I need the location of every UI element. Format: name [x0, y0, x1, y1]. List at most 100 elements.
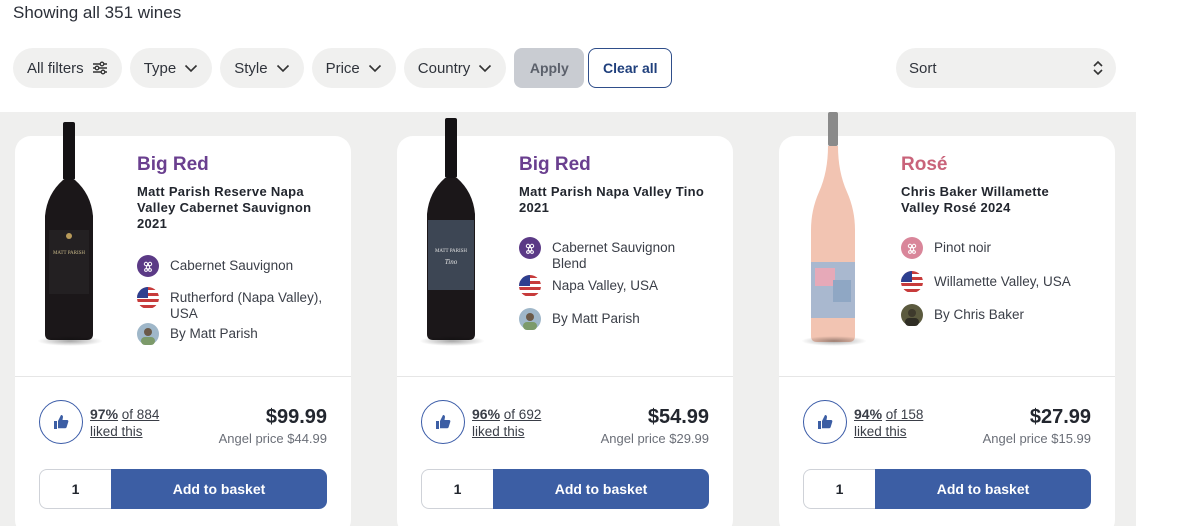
grape-text: Cabernet Sauvignon	[170, 258, 294, 273]
price: $27.99	[1029, 406, 1091, 428]
angel-price: Angel price $44.99	[218, 431, 327, 446]
grape-row: Cabernet Sauvignon	[137, 255, 294, 277]
winemaker-avatar-icon	[901, 304, 923, 326]
maker-text: By Matt Parish	[170, 326, 258, 341]
sort-dropdown[interactable]: Sort	[896, 48, 1116, 88]
wine-bottle-image	[811, 112, 855, 342]
winemaker-avatar-icon	[137, 323, 159, 345]
maker-row: By Matt Parish	[519, 308, 640, 330]
rating-summary[interactable]: 94% of 158 liked this	[854, 406, 923, 440]
svg-text:MATT PARISH: MATT PARISH	[435, 249, 467, 254]
region-row: Willamette Valley, USA	[901, 271, 1071, 293]
apply-button[interactable]: Apply	[514, 48, 585, 88]
all-filters-button[interactable]: All filters	[13, 48, 122, 88]
wine-style: Big Red	[137, 154, 209, 175]
product-card[interactable]: MATT PARISH Tino Big Red Matt Parish Nap…	[397, 118, 733, 526]
rating-percent: 96%	[472, 406, 501, 422]
card-divider	[397, 376, 733, 377]
rating-count: of 158	[885, 407, 924, 422]
region-text: Rutherford (Napa Valley), USA	[170, 290, 323, 321]
thumbs-up-icon	[818, 415, 833, 429]
rating-liked: liked this	[472, 424, 525, 439]
us-flag-icon	[519, 275, 541, 297]
grape-icon	[901, 237, 923, 259]
style-filter-dropdown[interactable]: Style	[220, 48, 304, 88]
country-filter-label: Country	[417, 59, 471, 77]
sort-updown-icon	[1093, 60, 1103, 76]
rating-percent: 97%	[90, 406, 119, 422]
wine-style: Big Red	[519, 154, 591, 175]
filter-bar: All filters Type Style Price Country App…	[13, 48, 673, 88]
thumbs-up-icon	[436, 415, 451, 429]
region-row: Napa Valley, USA	[519, 275, 659, 297]
rating-liked: liked this	[90, 424, 143, 439]
maker-row: By Chris Baker	[901, 304, 1025, 326]
chevron-down-icon	[185, 64, 198, 72]
wine-name[interactable]: Matt Parish Reserve Napa Valley Cabernet…	[137, 184, 327, 232]
bottle-shadow	[801, 336, 867, 346]
region-text: Willamette Valley, USA	[934, 274, 1071, 289]
bottle-shadow	[419, 336, 485, 346]
style-filter-label: Style	[234, 59, 268, 77]
card-divider	[15, 376, 351, 377]
grape-row: Pinot noir	[901, 237, 992, 259]
us-flag-icon	[901, 271, 923, 293]
product-grid: MATT PARISH Big Red Matt Parish Reserve …	[0, 112, 1136, 526]
like-button[interactable]	[421, 400, 465, 444]
price-filter-dropdown[interactable]: Price	[311, 48, 396, 88]
product-card[interactable]: MATT PARISH Big Red Matt Parish Reserve …	[15, 122, 351, 526]
page-gutter	[1136, 112, 1200, 526]
quantity-input[interactable]: 1	[803, 469, 875, 509]
type-filter-label: Type	[143, 59, 177, 77]
chevron-down-icon	[479, 64, 492, 72]
clear-all-button[interactable]: Clear all	[588, 48, 673, 88]
chevron-down-icon	[276, 64, 289, 72]
all-filters-label: All filters	[27, 59, 84, 77]
angel-price: Angel price $29.99	[600, 431, 709, 446]
rating-summary[interactable]: 97% of 884 liked this	[90, 406, 159, 440]
us-flag-icon	[137, 287, 159, 309]
rating-percent: 94%	[854, 406, 883, 422]
wine-bottle-image: MATT PARISH Tino	[427, 118, 475, 340]
sort-label: Sort	[909, 59, 937, 77]
maker-text: By Chris Baker	[934, 307, 1025, 322]
rating-summary[interactable]: 96% of 692 liked this	[472, 406, 541, 440]
grape-icon	[137, 255, 159, 277]
price: $54.99	[647, 406, 709, 428]
quantity-input[interactable]: 1	[39, 469, 111, 509]
wine-name[interactable]: Matt Parish Napa Valley Tino 2021	[519, 184, 709, 216]
type-filter-dropdown[interactable]: Type	[129, 48, 213, 88]
wine-name[interactable]: Chris Baker Willamette Valley Rosé 2024	[901, 184, 1091, 216]
rating-liked: liked this	[854, 424, 907, 439]
card-divider	[779, 376, 1115, 377]
country-filter-dropdown[interactable]: Country	[403, 48, 507, 88]
add-to-basket-button[interactable]: Add to basket	[493, 469, 709, 509]
results-count: Showing all 351 wines	[13, 3, 182, 22]
grape-text: Cabernet Sauvignon Blend	[552, 240, 676, 271]
price-filter-label: Price	[325, 59, 360, 77]
grape-text: Pinot noir	[934, 240, 992, 255]
grape-row: Cabernet Sauvignon Blend	[519, 237, 699, 272]
maker-row: By Matt Parish	[137, 323, 258, 345]
bottle-shadow	[37, 336, 103, 346]
thumbs-up-icon	[54, 415, 69, 429]
wine-style: Rosé	[901, 154, 948, 175]
svg-text:MATT PARISH: MATT PARISH	[53, 251, 85, 256]
sliders-icon	[92, 61, 107, 75]
like-button[interactable]	[803, 400, 847, 444]
svg-text:Tino: Tino	[445, 258, 458, 266]
region-row: Rutherford (Napa Valley), USA	[137, 287, 327, 322]
winemaker-avatar-icon	[519, 308, 541, 330]
price: $99.99	[265, 406, 327, 428]
region-text: Napa Valley, USA	[552, 278, 659, 293]
rating-count: of 884	[121, 407, 160, 422]
add-to-basket-button[interactable]: Add to basket	[111, 469, 327, 509]
rating-count: of 692	[503, 407, 542, 422]
like-button[interactable]	[39, 400, 83, 444]
grape-icon	[519, 237, 541, 259]
wine-bottle-image: MATT PARISH	[45, 122, 93, 340]
add-to-basket-button[interactable]: Add to basket	[875, 469, 1091, 509]
quantity-input[interactable]: 1	[421, 469, 493, 509]
product-card[interactable]: Rosé Chris Baker Willamette Valley Rosé …	[779, 112, 1115, 526]
maker-text: By Matt Parish	[552, 311, 640, 326]
